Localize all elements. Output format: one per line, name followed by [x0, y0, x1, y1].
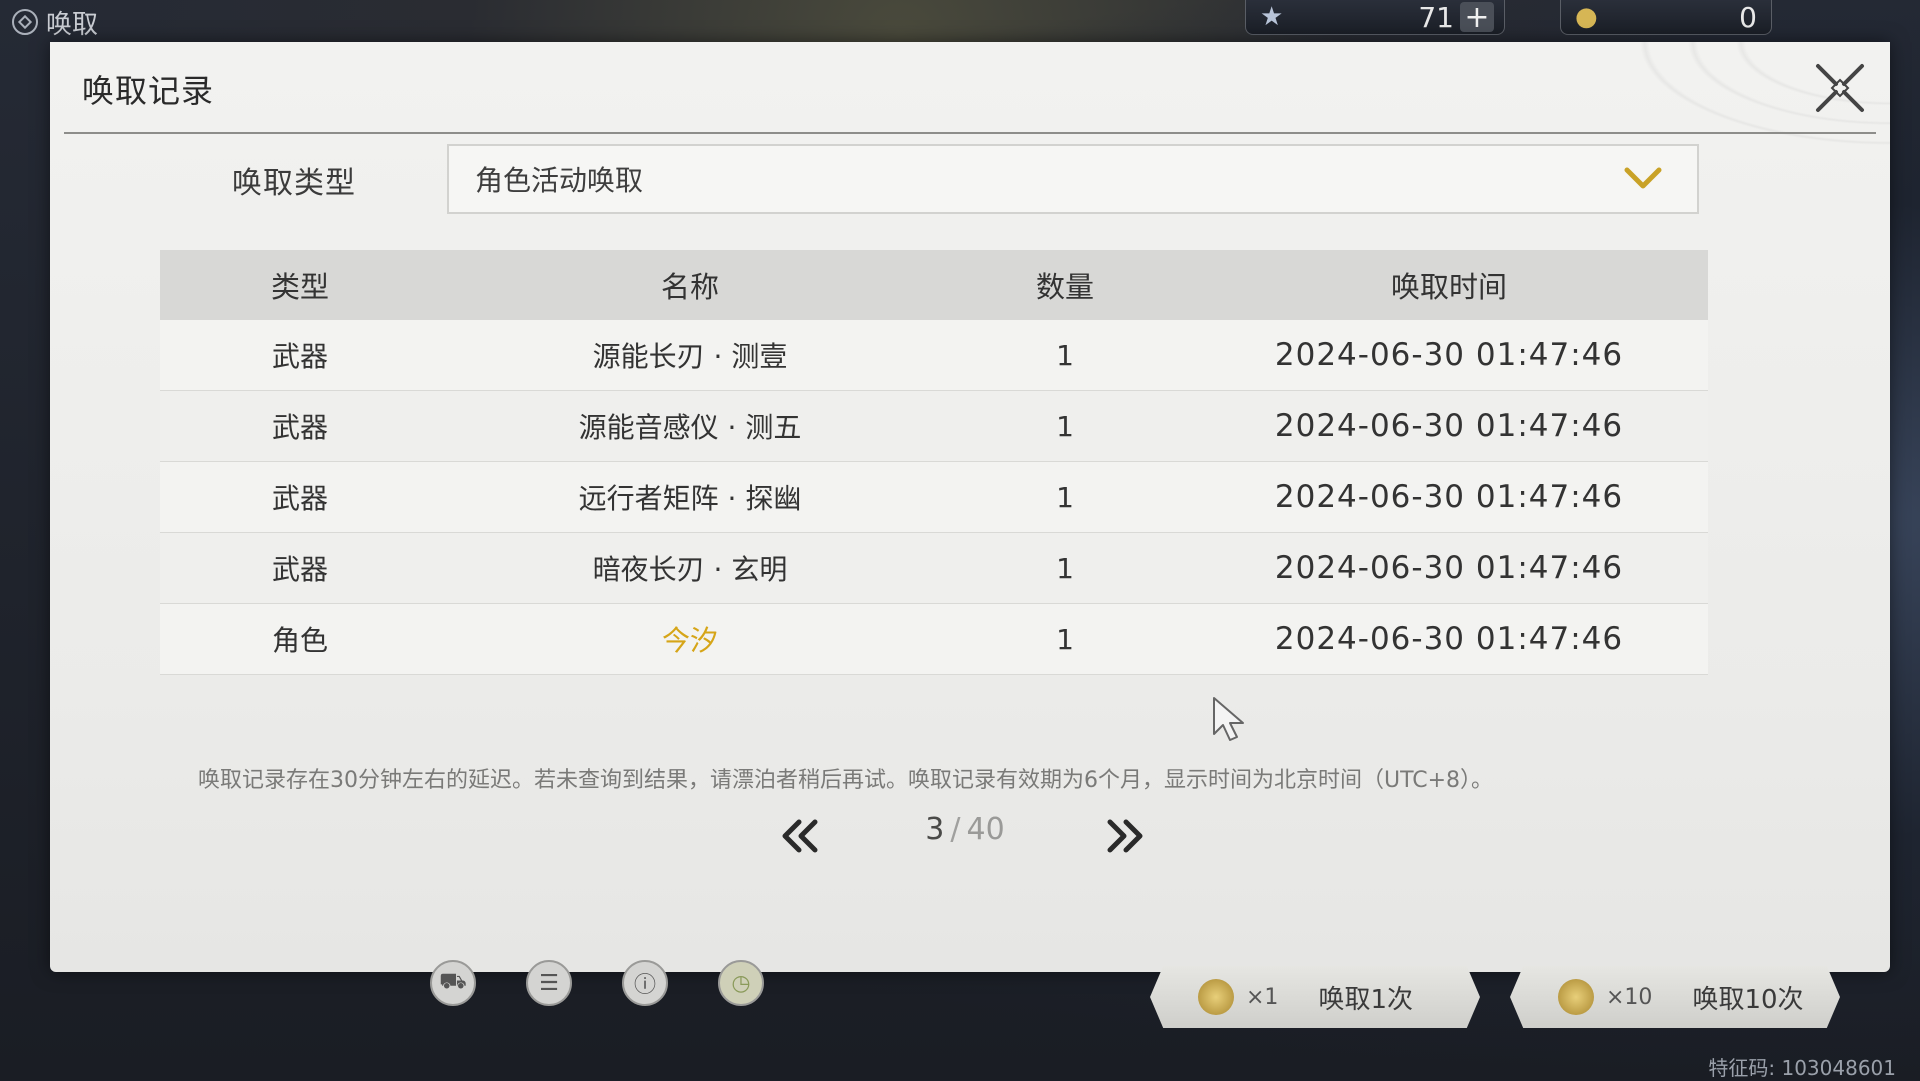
header-name: 名称 [660, 270, 719, 304]
cell-name: 远行者矩阵 · 探幽 [578, 482, 802, 515]
top-bar: 唤取 ★ 71 + ● 0 [0, 0, 1920, 44]
page-separator: / [950, 812, 961, 847]
table-row: 武器 暗夜长刃 · 玄明 1 2024-06-30 01:47:46 [160, 533, 1708, 604]
double-chevron-left-icon [782, 819, 818, 853]
table-body: 武器 源能长刃 · 测壹 1 2024-06-30 01:47:46 武器 源能… [160, 320, 1708, 675]
close-button[interactable] [1812, 60, 1868, 116]
table-row: 角色 今汐 1 2024-06-30 01:47:46 [160, 604, 1708, 675]
cell-time: 2024-06-30 01:47:46 [1274, 337, 1624, 373]
double-chevron-right-icon [1107, 819, 1143, 853]
delay-notice: 唤取记录存在30分钟左右的延迟。若未查询到结果，请漂泊者稍后再试。唤取记录有效期… [198, 768, 1494, 793]
info-icon: ⓘ [633, 973, 656, 998]
clock-icon: ◷ [731, 970, 751, 996]
cell-type: 武器 [271, 411, 328, 444]
cell-quantity: 1 [1056, 409, 1074, 443]
currency-star-value: 71 [1418, 0, 1454, 34]
coin-icon [1558, 979, 1594, 1015]
cell-name: 源能音感仪 · 测五 [578, 411, 802, 444]
cell-time: 2024-06-30 01:47:46 [1274, 621, 1624, 657]
coin-icon [1198, 979, 1234, 1015]
next-page-button[interactable] [1100, 816, 1150, 856]
history-button[interactable]: ◷ [718, 960, 764, 1006]
currency-coin: ● 0 [1560, 0, 1772, 35]
page-current: 3 [925, 812, 945, 847]
modal-header: 唤取记录 [64, 42, 1876, 134]
mouse-cursor-icon [1213, 697, 1244, 741]
convene-ten-cost: ×10 [1606, 984, 1653, 1010]
cell-time: 2024-06-30 01:47:46 [1274, 550, 1624, 586]
chevron-down-icon [1623, 166, 1663, 192]
currency-star: ★ 71 + [1245, 0, 1505, 35]
app-title-text: 唤取 [46, 9, 99, 40]
cell-type: 武器 [271, 482, 328, 515]
app-title: 唤取 [12, 4, 98, 40]
shop-button[interactable]: ⛟ [430, 960, 476, 1006]
header-type: 类型 [270, 270, 329, 304]
bottom-icon-bar: ⛟ ☰ ⓘ ◷ [430, 960, 764, 1006]
cell-type: 角色 [271, 624, 328, 657]
player-id: 特征码: 103048601 [1708, 1056, 1896, 1080]
cell-quantity: 1 [1056, 622, 1074, 656]
table-row: 武器 远行者矩阵 · 探幽 1 2024-06-30 01:47:46 [160, 462, 1708, 533]
cell-name-five-star: 今汐 [661, 624, 718, 657]
page-indicator: 3/40 [900, 812, 1030, 847]
info-button[interactable]: ⓘ [622, 960, 668, 1006]
close-icon [1816, 64, 1864, 112]
cart-icon: ⛟ [439, 969, 467, 994]
convene-once-label: 唤取1次 [1318, 984, 1413, 1015]
cell-name: 源能长刃 · 测壹 [592, 340, 788, 373]
star-icon: ★ [1260, 2, 1284, 32]
cell-quantity: 1 [1056, 551, 1074, 585]
list-icon: ☰ [539, 970, 559, 996]
previous-page-button[interactable] [775, 816, 825, 856]
convene-ten-button[interactable]: ×10 唤取10次 [1510, 966, 1840, 1028]
page-total: 40 [966, 812, 1005, 847]
header-time: 唤取时间 [1390, 270, 1507, 304]
table-header: 类型 名称 数量 唤取时间 [160, 250, 1708, 320]
convene-type-dropdown[interactable]: 角色活动唤取 [447, 144, 1699, 214]
table-row: 武器 源能长刃 · 测壹 1 2024-06-30 01:47:46 [160, 320, 1708, 391]
currency-coin-value: 0 [1739, 0, 1757, 34]
convene-once-button[interactable]: ×1 唤取1次 [1150, 966, 1480, 1028]
cell-quantity: 1 [1056, 480, 1074, 514]
cell-time: 2024-06-30 01:47:46 [1274, 408, 1624, 444]
cell-quantity: 1 [1056, 338, 1074, 372]
convene-once-cost: ×1 [1246, 984, 1279, 1010]
header-quantity: 数量 [1035, 270, 1094, 304]
convene-type-value: 角色活动唤取 [475, 164, 644, 197]
history-table: 类型 名称 数量 唤取时间 武器 源能长刃 · 测壹 1 2024-06-30 … [160, 250, 1708, 675]
cell-name: 暗夜长刃 · 玄明 [592, 553, 788, 586]
cell-time: 2024-06-30 01:47:46 [1274, 479, 1624, 515]
convene-ten-label: 唤取10次 [1692, 984, 1804, 1015]
table-row: 武器 源能音感仪 · 测五 1 2024-06-30 01:47:46 [160, 391, 1708, 462]
add-currency-button[interactable]: + [1460, 0, 1494, 35]
convene-icon [12, 9, 38, 35]
modal-title: 唤取记录 [82, 72, 215, 110]
cell-type: 武器 [271, 340, 328, 373]
preview-button[interactable]: ☰ [526, 960, 572, 1006]
coin-icon: ● [1575, 2, 1598, 32]
filter-label: 唤取类型 [232, 166, 356, 201]
cell-type: 武器 [271, 553, 328, 586]
